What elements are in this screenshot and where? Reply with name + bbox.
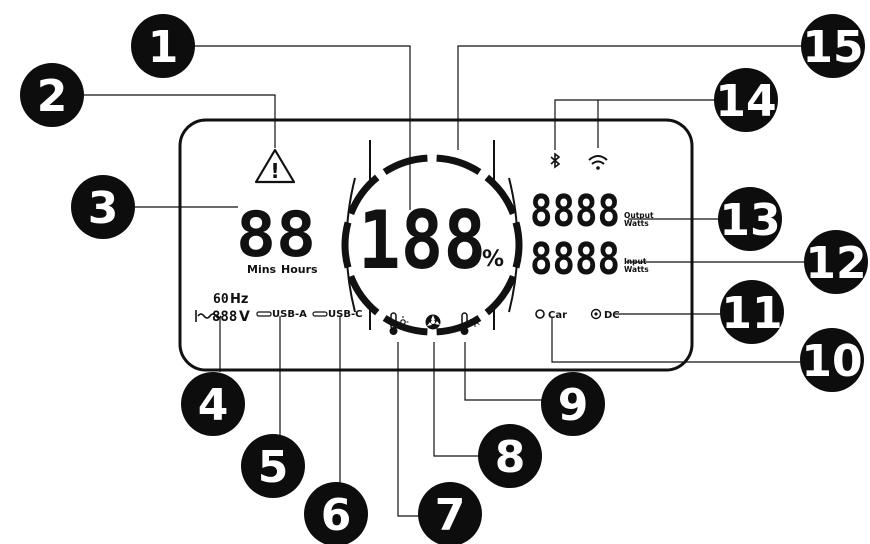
ring-segment	[341, 221, 352, 269]
callout-number: 6	[321, 490, 352, 541]
usb-c-label: USB-C	[328, 309, 362, 320]
callout-number: 5	[258, 442, 289, 493]
car-label: Car	[548, 310, 567, 321]
bluetooth-icon	[550, 152, 561, 169]
hz-digits: 60	[213, 292, 229, 307]
callout-number: 2	[37, 71, 68, 122]
output-label-2: Watts	[624, 219, 649, 228]
callout-number: 11	[721, 288, 782, 339]
callout-number: 10	[801, 336, 862, 387]
callout-number: 12	[805, 238, 866, 289]
car-indicator-icon	[535, 309, 545, 319]
callout-number: 15	[802, 22, 863, 73]
ring-segment	[436, 154, 482, 175]
svg-text:!: !	[270, 159, 279, 183]
callout-number: 8	[495, 432, 526, 483]
time-unit-hours: Hours	[281, 263, 318, 276]
callout-number: 13	[719, 195, 780, 246]
input-digits: 8888	[530, 234, 620, 285]
lcd-diagram: 188 % ! 88 Mins Hours 60 Hz 888 V USB-A …	[20, 14, 868, 544]
dc-label: DC	[604, 310, 620, 321]
output-digits: 8888	[530, 186, 620, 237]
percent-unit: %	[482, 247, 504, 272]
usb-c-port-icon	[312, 311, 328, 317]
dc-indicator-icon	[590, 308, 602, 320]
callout-number: 3	[88, 183, 119, 234]
percent-digits: 188	[358, 194, 486, 287]
ring-segment	[436, 315, 482, 336]
volt-digits: 888	[212, 309, 237, 325]
ring-segment	[512, 221, 523, 269]
ring-segment	[382, 154, 428, 175]
callout-number: 7	[435, 490, 466, 541]
time-digits: 88	[236, 198, 316, 271]
usb-a-label: USB-A	[272, 309, 307, 320]
usb-a-port-icon	[256, 311, 272, 317]
callout-number: 4	[198, 380, 229, 431]
fan-icon	[425, 314, 441, 330]
callout-number: 9	[558, 380, 589, 431]
callout-number: 14	[715, 76, 776, 127]
callout-number: 1	[148, 22, 179, 73]
wifi-icon	[588, 155, 608, 170]
hz-unit: Hz	[230, 292, 248, 307]
warning-icon: !	[254, 148, 296, 184]
input-label-2: Watts	[624, 265, 649, 274]
volt-unit: V	[239, 309, 250, 325]
time-unit-mins: Mins	[247, 263, 277, 276]
